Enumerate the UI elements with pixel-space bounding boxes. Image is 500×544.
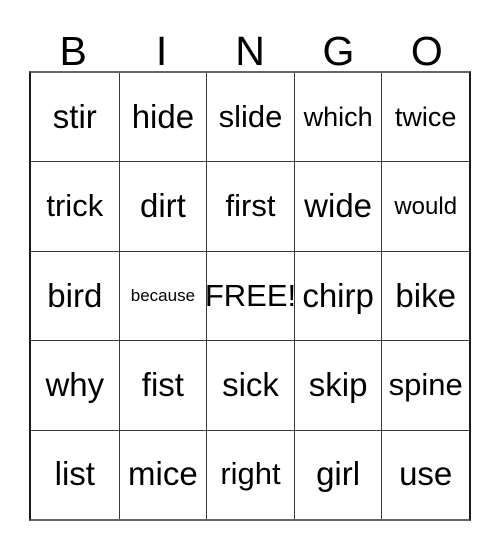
bingo-cell[interactable]: right	[206, 430, 294, 519]
bingo-cell-label: bike	[395, 276, 456, 314]
bingo-cell[interactable]: spine	[381, 341, 469, 430]
bingo-cell[interactable]: chirp	[293, 251, 382, 341]
bingo-cell-label: first	[225, 188, 276, 224]
bingo-cell[interactable]: first	[206, 162, 294, 251]
bingo-cell-label: girl	[316, 455, 361, 493]
bingo-cell[interactable]: which	[293, 73, 382, 162]
bingo-cell-label: slide	[218, 98, 283, 134]
bingo-cell-label: list	[54, 455, 95, 493]
bingo-cell-label: because	[130, 286, 196, 306]
bingo-cell-label: sick	[222, 366, 279, 404]
bingo-cell[interactable]: girl	[293, 430, 382, 519]
bingo-cell-label: right	[220, 456, 281, 492]
bingo-cell-label: FREE!	[206, 277, 294, 313]
bingo-cell[interactable]: would	[381, 162, 469, 251]
bingo-row: trick dirt first wide would	[31, 161, 469, 251]
bingo-cell-label: mice	[128, 455, 198, 493]
bingo-cell[interactable]: why	[31, 341, 119, 429]
bingo-cell-free-space[interactable]: FREE!	[206, 251, 294, 341]
bingo-cell[interactable]: bird	[31, 252, 119, 340]
bingo-cell-label: stir	[52, 97, 97, 135]
bingo-header-letter-o: O	[410, 27, 443, 74]
bingo-row: bird because FREE! chirp bike	[31, 250, 469, 341]
bingo-cell[interactable]: wide	[293, 162, 382, 251]
bingo-row: list mice right girl use	[31, 429, 469, 519]
bingo-header-letter-i: I	[155, 27, 168, 74]
bingo-row: stir hide slide which twice	[31, 73, 469, 162]
bingo-cell[interactable]: twice	[381, 73, 469, 162]
bingo-header-letter-g: G	[322, 27, 355, 74]
bingo-cell[interactable]: bike	[381, 251, 469, 341]
bingo-cell-label: hide	[131, 97, 195, 135]
bingo-header-letter-n: N	[235, 27, 265, 74]
bingo-cell-label: chirp	[302, 276, 374, 314]
bingo-cell-label: why	[45, 366, 105, 404]
bingo-cell[interactable]: fist	[118, 341, 207, 430]
bingo-cell-label: use	[399, 455, 453, 493]
bingo-cell-label: trick	[46, 188, 104, 224]
bingo-cell[interactable]: mice	[118, 430, 207, 519]
bingo-cell[interactable]: because	[118, 251, 207, 341]
bingo-row: why fist sick skip spine	[31, 340, 469, 430]
bingo-cell[interactable]: stir	[31, 73, 119, 161]
bingo-cell[interactable]: trick	[31, 162, 119, 250]
bingo-cell-label: dirt	[139, 187, 186, 225]
bingo-cell-label: would	[394, 192, 458, 220]
bingo-cell-label: twice	[394, 102, 457, 133]
bingo-cell-label: spine	[388, 367, 463, 403]
bingo-header-letter-b: B	[59, 27, 87, 74]
bingo-cell[interactable]: hide	[118, 73, 207, 162]
bingo-cell-label: wide	[304, 187, 373, 225]
bingo-cell-label: fist	[141, 366, 184, 404]
bingo-cell-label: bird	[47, 276, 103, 314]
bingo-cell[interactable]: skip	[293, 341, 382, 430]
bingo-cell[interactable]: slide	[206, 73, 294, 162]
bingo-cell-label: which	[303, 102, 373, 133]
bingo-cell[interactable]: list	[31, 431, 119, 519]
bingo-cell[interactable]: sick	[206, 341, 294, 430]
bingo-header-row: B I N G O	[29, 12, 471, 71]
bingo-cell[interactable]: use	[381, 430, 469, 519]
bingo-cell-label: skip	[308, 366, 368, 404]
bingo-grid: stir hide slide which twice trick dirt f…	[29, 71, 471, 521]
bingo-cell[interactable]: dirt	[118, 162, 207, 251]
bingo-card: B I N G O stir hide slide which twice tr…	[29, 12, 471, 521]
